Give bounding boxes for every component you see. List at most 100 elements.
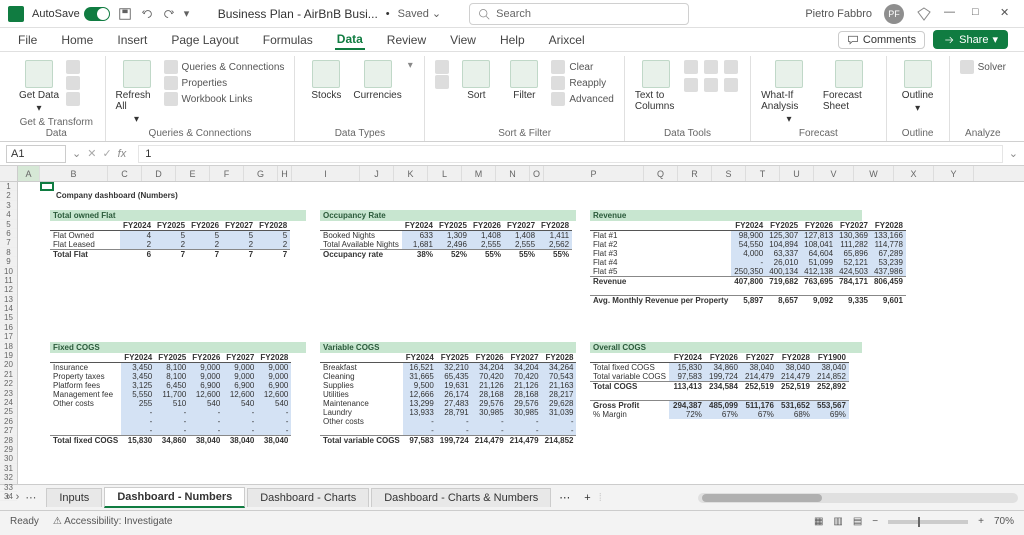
col-header-G[interactable]: G xyxy=(244,166,278,181)
row-header-4[interactable]: 4 xyxy=(0,210,17,219)
comments-button[interactable]: Comments xyxy=(838,31,925,49)
row-header-30[interactable]: 30 xyxy=(0,454,17,463)
row-header-20[interactable]: 20 xyxy=(0,360,17,369)
accessibility-status[interactable]: ⚠ Accessibility: Investigate xyxy=(53,516,173,527)
col-header-M[interactable]: M xyxy=(462,166,496,181)
sort-asc-button[interactable] xyxy=(435,60,449,74)
filter-button[interactable]: Filter xyxy=(503,60,545,101)
currencies-button[interactable]: Currencies xyxy=(353,60,401,101)
chevron-down-icon[interactable]: ▾ xyxy=(184,7,198,21)
sheet-tab-dashboard-charts-numbers[interactable]: Dashboard - Charts & Numbers xyxy=(371,488,551,507)
zoom-in-icon[interactable]: + xyxy=(978,516,984,527)
row-header-2[interactable]: 2 xyxy=(0,191,17,200)
row-header-7[interactable]: 7 xyxy=(0,238,17,247)
user-avatar[interactable]: PF xyxy=(884,4,904,24)
tab-insert[interactable]: Insert xyxy=(115,31,149,49)
more-sheets-icon[interactable]: ⋯ xyxy=(25,491,36,504)
row-header-22[interactable]: 22 xyxy=(0,379,17,388)
flash-fill-icon[interactable] xyxy=(684,60,698,74)
name-box[interactable]: A1 xyxy=(6,145,66,163)
sort-desc-button[interactable] xyxy=(435,75,449,89)
row-header-29[interactable]: 29 xyxy=(0,445,17,454)
share-button[interactable]: Share ▾ xyxy=(933,30,1008,49)
col-header-O[interactable]: O xyxy=(530,166,544,181)
solver-button[interactable]: Solver xyxy=(960,60,1006,74)
col-header-I[interactable]: I xyxy=(292,166,360,181)
data-valid-icon[interactable] xyxy=(724,60,738,74)
whatif-button[interactable]: What-If Analysis▾ xyxy=(761,60,817,125)
column-headers[interactable]: ABCDEFGHIJKLMNOPQRSTUVWXY xyxy=(18,166,1024,182)
refresh-all-button[interactable]: Refresh All▾ xyxy=(116,60,158,125)
tab-file[interactable]: File xyxy=(16,31,39,49)
autosave-toggle[interactable]: AutoSave xyxy=(32,7,110,21)
row-header-19[interactable]: 19 xyxy=(0,351,17,360)
sheet-content[interactable]: Company dashboard (Numbers) Total owned … xyxy=(18,182,1024,484)
row-header-18[interactable]: 18 xyxy=(0,342,17,351)
view-normal-icon[interactable]: ▦ xyxy=(814,516,823,527)
tab-review[interactable]: Review xyxy=(385,31,428,49)
zoom-slider[interactable] xyxy=(888,520,968,524)
diamond-icon[interactable] xyxy=(916,6,932,22)
row-header-5[interactable]: 5 xyxy=(0,220,17,229)
col-header-C[interactable]: C xyxy=(108,166,142,181)
tab-help[interactable]: Help xyxy=(498,31,527,49)
col-header-P[interactable]: P xyxy=(544,166,644,181)
text-to-columns-button[interactable]: Text to Columns xyxy=(635,60,678,112)
col-header-T[interactable]: T xyxy=(746,166,780,181)
get-data-button[interactable]: Get Data▾ xyxy=(18,60,60,114)
row-headers[interactable]: 1234567891011121314151617181920212223242… xyxy=(0,182,18,484)
stocks-button[interactable]: Stocks xyxy=(305,60,347,101)
row-header-27[interactable]: 27 xyxy=(0,426,17,435)
row-header-24[interactable]: 24 xyxy=(0,398,17,407)
clear-button[interactable]: Clear xyxy=(551,60,613,74)
data-model-icon[interactable] xyxy=(724,78,738,92)
zoom-level[interactable]: 70% xyxy=(994,516,1014,527)
spreadsheet-grid[interactable]: ABCDEFGHIJKLMNOPQRSTUVWXY 12345678910111… xyxy=(0,166,1024,484)
outline-button[interactable]: Outline▾ xyxy=(897,60,939,114)
col-header-D[interactable]: D xyxy=(142,166,176,181)
col-header-K[interactable]: K xyxy=(394,166,428,181)
tab-formulas[interactable]: Formulas xyxy=(261,31,315,49)
row-header-33[interactable]: 33 xyxy=(0,483,17,492)
sort-button[interactable]: Sort xyxy=(455,60,497,101)
row-header-12[interactable]: 12 xyxy=(0,285,17,294)
row-header-17[interactable]: 17 xyxy=(0,332,17,341)
add-sheet-icon[interactable]: + xyxy=(578,492,596,504)
tab-page-layout[interactable]: Page Layout xyxy=(169,31,240,49)
col-header-Q[interactable]: Q xyxy=(644,166,678,181)
forecast-sheet-button[interactable]: Forecast Sheet xyxy=(823,60,876,112)
row-header-3[interactable]: 3 xyxy=(0,201,17,210)
horizontal-scrollbar[interactable] xyxy=(698,493,1018,503)
tab-arixcel[interactable]: Arixcel xyxy=(547,31,587,49)
view-page-break-icon[interactable]: ▤ xyxy=(853,516,862,527)
maximize-icon[interactable]: □ xyxy=(972,6,988,22)
name-box-chevron-icon[interactable]: ⌄ xyxy=(72,147,81,160)
row-header-34[interactable]: 34 xyxy=(0,492,17,501)
row-header-26[interactable]: 26 xyxy=(0,417,17,426)
properties-button[interactable]: Properties xyxy=(164,76,285,90)
undo-icon[interactable] xyxy=(140,7,154,21)
col-header-B[interactable]: B xyxy=(40,166,108,181)
row-header-16[interactable]: 16 xyxy=(0,323,17,332)
relationships-icon[interactable] xyxy=(704,78,718,92)
col-header-H[interactable]: H xyxy=(278,166,292,181)
col-header-F[interactable]: F xyxy=(210,166,244,181)
col-header-L[interactable]: L xyxy=(428,166,462,181)
col-header-E[interactable]: E xyxy=(176,166,210,181)
save-status[interactable]: Saved ⌄ xyxy=(398,7,441,20)
consolidate-icon[interactable] xyxy=(684,78,698,92)
zoom-out-icon[interactable]: − xyxy=(872,516,878,527)
document-title[interactable]: Business Plan - AirBnB Busi... xyxy=(218,7,378,21)
col-header-N[interactable]: N xyxy=(496,166,530,181)
save-icon[interactable] xyxy=(118,7,132,21)
row-header-9[interactable]: 9 xyxy=(0,257,17,266)
queries-connections-button[interactable]: Queries & Connections xyxy=(164,60,285,74)
row-header-6[interactable]: 6 xyxy=(0,229,17,238)
col-header-V[interactable]: V xyxy=(814,166,854,181)
reapply-button[interactable]: Reapply xyxy=(551,76,613,90)
row-header-13[interactable]: 13 xyxy=(0,295,17,304)
user-name[interactable]: Pietro Fabbro xyxy=(805,8,872,20)
row-header-10[interactable]: 10 xyxy=(0,267,17,276)
row-header-25[interactable]: 25 xyxy=(0,407,17,416)
sheet-tab-dashboard-charts[interactable]: Dashboard - Charts xyxy=(247,488,369,507)
